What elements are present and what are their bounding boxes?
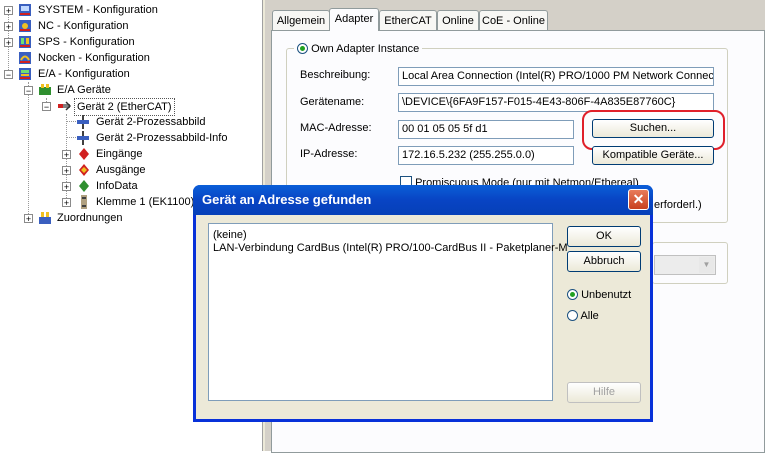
tree-item-label: Gerät 2-Prozessabbild [96, 116, 206, 128]
tree-item-label: E/A - Konfiguration [38, 68, 130, 80]
tree-item-label: Eingänge [96, 148, 143, 160]
erforderl-text: erforderl.) [654, 199, 702, 211]
beschreibung-field[interactable]: Local Area Connection (Intel(R) PRO/1000… [398, 67, 714, 86]
tab-adapter[interactable]: Adapter [329, 8, 379, 31]
expand-icon[interactable]: + [4, 22, 13, 32]
collapse-icon[interactable]: − [42, 102, 51, 112]
list-item[interactable]: LAN-Verbindung CardBus (Intel(R) PRO/100… [213, 242, 568, 254]
mappings-icon [39, 212, 51, 224]
expand-icon[interactable]: + [62, 198, 71, 208]
io-config-icon [19, 68, 31, 80]
infodata-icon [79, 180, 89, 192]
dialog-title-bar[interactable]: Gerät an Adresse gefunden ✕ [193, 185, 653, 215]
highlight-circle [582, 110, 725, 150]
abbruch-button[interactable]: Abbruch [567, 251, 641, 272]
kompatible-geraete-button[interactable]: Kompatible Geräte... [592, 146, 714, 165]
tree-item-label: Nocken - Konfiguration [38, 52, 150, 64]
unbenutzt-radio[interactable] [567, 289, 578, 300]
own-adapter-radio[interactable] [297, 43, 308, 54]
expand-icon[interactable]: + [62, 150, 71, 160]
unbenutzt-option[interactable]: Unbenutzt [567, 289, 631, 301]
tree-item-label: Zuordnungen [57, 212, 123, 224]
tab-ethercat[interactable]: EtherCAT [379, 10, 437, 30]
system-config-icon [19, 4, 31, 16]
chevron-down-icon[interactable]: ▼ [699, 257, 714, 273]
alle-radio[interactable] [567, 310, 578, 321]
inputs-icon [79, 148, 89, 160]
alle-option[interactable]: Alle [567, 310, 599, 322]
io-devices-icon [39, 84, 51, 95]
tree-item-label: InfoData [96, 180, 138, 192]
close-icon[interactable]: ✕ [628, 189, 649, 210]
dialog-title: Gerät an Adresse gefunden [202, 192, 372, 207]
device-found-dialog: Gerät an Adresse gefunden ✕ (keine) LAN-… [193, 185, 653, 422]
tree-item-label: NC - Konfiguration [38, 20, 129, 32]
mac-adresse-field[interactable]: 00 01 05 05 5f d1 [398, 120, 574, 139]
adapter-list[interactable]: (keine) LAN-Verbindung CardBus (Intel(R)… [208, 223, 568, 401]
process-image-icon [77, 115, 89, 129]
geraetename-label: Gerätename: [300, 96, 365, 108]
process-image-info-icon [77, 131, 89, 145]
nc-config-icon [19, 20, 31, 32]
ip-adresse-field[interactable]: 172.16.5.232 (255.255.0.0) [398, 146, 574, 165]
tab-online[interactable]: Online [437, 10, 479, 30]
outputs-icon [79, 164, 89, 176]
expand-icon[interactable]: + [24, 214, 33, 224]
tree-item-label: E/A Geräte [57, 84, 111, 96]
hilfe-button[interactable]: Hilfe [567, 382, 641, 403]
list-item[interactable]: (keine) [213, 229, 247, 241]
tree-item-label: Ausgänge [96, 164, 146, 176]
ethercat-device-icon [58, 101, 71, 111]
own-adapter-option[interactable]: Own Adapter Instance [294, 41, 423, 57]
beschreibung-label: Beschreibung: [300, 69, 371, 81]
plc-config-icon [19, 36, 31, 48]
terminal-icon [81, 195, 87, 209]
ok-button[interactable]: OK [567, 226, 641, 247]
tree-item-label: Klemme 1 (EK1100) [96, 196, 195, 208]
tree-item-label: Gerät 2-Prozessabbild-Info [96, 132, 228, 144]
tab-coe-online[interactable]: CoE - Online [479, 10, 548, 30]
tree-item-label: SYSTEM - Konfiguration [38, 4, 158, 16]
collapse-icon[interactable]: − [4, 70, 13, 80]
mac-adresse-label: MAC-Adresse: [300, 122, 372, 134]
cam-config-icon [19, 52, 31, 64]
tree-item-label: SPS - Konfiguration [38, 36, 135, 48]
expand-icon[interactable]: + [4, 6, 13, 16]
expand-icon[interactable]: + [4, 38, 13, 48]
disabled-dropdown[interactable]: ▼ [654, 255, 716, 275]
ip-adresse-label: IP-Adresse: [300, 148, 358, 160]
expand-icon[interactable]: + [62, 166, 71, 176]
collapse-icon[interactable]: − [24, 86, 33, 96]
expand-icon[interactable]: + [62, 182, 71, 192]
tab-allgemein[interactable]: Allgemein [272, 10, 330, 30]
